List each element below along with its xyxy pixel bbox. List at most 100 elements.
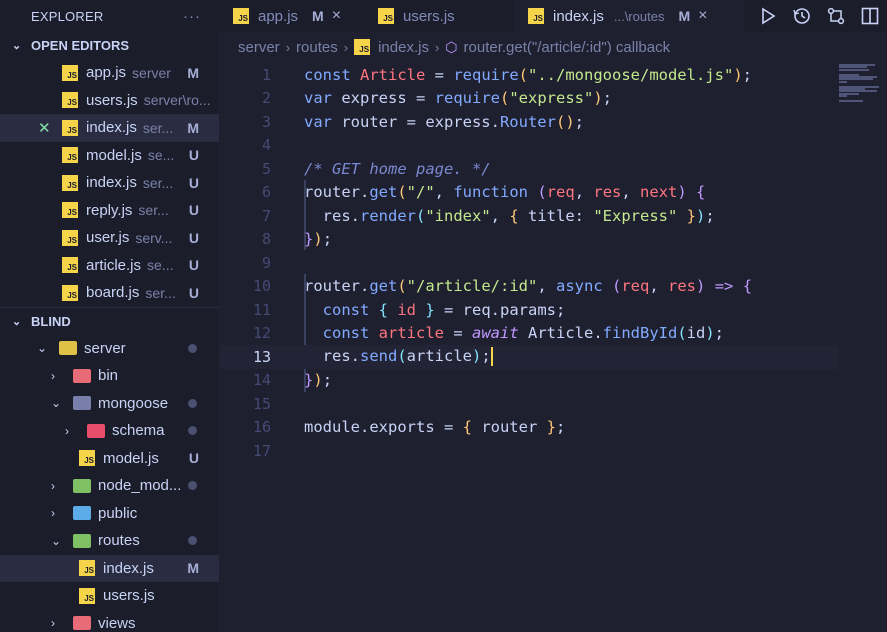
breadcrumb-item-routes[interactable]: routes xyxy=(296,39,338,56)
code-line[interactable]: 7 res.render("index", { title: "Express"… xyxy=(219,204,839,228)
code-line[interactable]: 17 xyxy=(219,439,839,463)
tree-file[interactable]: JS index.js M xyxy=(0,554,219,582)
code-token: { xyxy=(378,300,398,319)
open-editor-item[interactable]: JS reply.js ser... U xyxy=(0,197,219,225)
code-token: , xyxy=(574,183,594,202)
tree-item-label: mongoose xyxy=(98,394,169,412)
code-token: send xyxy=(360,347,398,366)
code-token: } xyxy=(304,230,314,249)
code-token: req xyxy=(546,183,575,202)
tree-folder[interactable]: › node_mod... xyxy=(0,472,219,500)
open-editors-header[interactable]: ⌄ OPEN EDITORS xyxy=(0,32,219,59)
tree-folder[interactable]: › views xyxy=(0,610,219,632)
tree-folder[interactable]: ⌄ routes xyxy=(0,527,219,555)
tab-app-js[interactable]: JS app.js M × xyxy=(219,0,364,32)
code-line[interactable]: 11 const { id } = req.params; xyxy=(219,298,839,322)
folder-icon xyxy=(73,506,91,521)
line-code: }); xyxy=(304,230,332,248)
code-token: ( xyxy=(677,324,687,343)
file-directory: se... xyxy=(147,257,174,274)
tree-folder[interactable]: ⌄ mongoose xyxy=(0,390,219,418)
line-number: 8 xyxy=(261,230,271,249)
javascript-file-icon: JS xyxy=(79,560,95,577)
tree-file[interactable]: JS model.js U xyxy=(0,445,219,473)
code-token: get xyxy=(369,277,398,296)
code-line[interactable]: 2 var express = require("express"); xyxy=(219,87,839,111)
open-editor-item[interactable]: ✕ JS index.js ser... M xyxy=(0,114,219,142)
tree-item-label: node_mod... xyxy=(98,477,182,495)
tree-folder[interactable]: › schema xyxy=(0,417,219,445)
code-token: express = xyxy=(341,89,435,108)
tree-folder[interactable]: › bin xyxy=(0,362,219,390)
code-line[interactable]: 4 xyxy=(219,134,839,158)
open-editor-item[interactable]: JS board.js ser... U xyxy=(0,279,219,307)
chevron-right-icon: › xyxy=(51,616,55,631)
close-icon[interactable]: ✕ xyxy=(0,119,62,137)
run-icon[interactable] xyxy=(757,5,779,27)
open-editor-item[interactable]: JS app.js server M xyxy=(0,59,219,87)
open-editor-item[interactable]: JS user.js serv... U xyxy=(0,224,219,252)
close-icon[interactable]: × xyxy=(332,7,341,25)
split-editor-icon[interactable] xyxy=(859,5,881,27)
code-token: var xyxy=(304,89,342,108)
code-line[interactable]: 14}); xyxy=(219,369,839,393)
minimap[interactable] xyxy=(839,64,879,104)
javascript-file-icon: JS xyxy=(62,64,78,81)
code-token: = xyxy=(444,324,472,343)
folder-icon xyxy=(87,423,105,438)
open-editor-item[interactable]: JS users.js server\ro... xyxy=(0,87,219,115)
line-number: 10 xyxy=(252,277,271,296)
line-number: 2 xyxy=(261,89,271,108)
git-status-badge: M xyxy=(187,560,199,577)
line-number: 17 xyxy=(252,441,271,460)
compare-changes-icon[interactable] xyxy=(825,5,847,27)
code-line[interactable]: 5 /* GET home page. */ xyxy=(219,157,839,181)
code-line[interactable]: 3 var router = express.Router(); xyxy=(219,110,839,134)
chevron-right-icon: › xyxy=(51,368,55,383)
code-line[interactable]: 9 xyxy=(219,251,839,275)
open-editor-item[interactable]: JS model.js se... U xyxy=(0,142,219,170)
line-number: 4 xyxy=(261,136,271,155)
code-token: ; xyxy=(602,89,613,108)
chevron-down-icon: ⌄ xyxy=(12,40,22,52)
code-editor[interactable]: 1 const Article = require("../mongoose/mo… xyxy=(219,62,887,632)
tab-index-js[interactable]: JS index.js ...\routes M × xyxy=(514,0,744,32)
open-editor-item[interactable]: JS article.js se... U xyxy=(0,252,219,280)
line-number: 11 xyxy=(252,300,271,319)
breadcrumb-item-server[interactable]: server xyxy=(238,39,280,56)
code-token: res. xyxy=(304,206,360,225)
code-line[interactable]: 12 const article = await Article.findByI… xyxy=(219,322,839,346)
code-line[interactable]: 10 router.get("/article/:id", async (req,… xyxy=(219,275,839,299)
code-line[interactable]: 16 module.exports = { router }; xyxy=(219,416,839,440)
close-icon[interactable]: × xyxy=(698,7,707,25)
code-line[interactable]: 15 xyxy=(219,392,839,416)
chevron-right-icon: › xyxy=(65,423,69,438)
tab-directory: ...\routes xyxy=(613,8,665,24)
code-token: title: xyxy=(528,206,594,225)
code-token: } xyxy=(546,418,556,437)
code-token: module.exports = xyxy=(304,418,463,437)
code-line[interactable]: 6 router.get("/", function (req, res, nex… xyxy=(219,181,839,205)
editor-toolbar xyxy=(757,0,881,32)
file-directory: server\ro... xyxy=(143,92,211,109)
code-token: ) xyxy=(705,324,715,343)
code-token: async xyxy=(556,277,612,296)
code-token: next xyxy=(640,183,678,202)
tab-users-js[interactable]: JS users.js xyxy=(364,0,514,32)
ellipsis-icon[interactable]: ··· xyxy=(183,8,201,25)
javascript-file-icon: JS xyxy=(79,450,95,467)
javascript-file-icon: JS xyxy=(62,147,78,164)
code-line[interactable]: 8}); xyxy=(219,228,839,252)
workspace-header[interactable]: ⌄ BLIND xyxy=(0,308,219,335)
tree-folder[interactable]: › public xyxy=(0,500,219,528)
history-icon[interactable] xyxy=(791,5,813,27)
breadcrumb-item-symbol[interactable]: router.get("/article/:id") callback xyxy=(464,39,671,56)
code-line[interactable]: 1 const Article = require("../mongoose/mo… xyxy=(219,63,839,87)
open-editor-item[interactable]: JS index.js ser... U xyxy=(0,169,219,197)
tree-folder[interactable]: ⌄ server xyxy=(0,335,219,363)
breadcrumb-item-file[interactable]: index.js xyxy=(378,39,429,56)
tree-file[interactable]: JS users.js xyxy=(0,582,219,610)
tree-item-label: index.js xyxy=(103,559,154,577)
code-token: ( xyxy=(537,183,547,202)
code-line[interactable]: 13 res.send(article); xyxy=(219,345,839,369)
